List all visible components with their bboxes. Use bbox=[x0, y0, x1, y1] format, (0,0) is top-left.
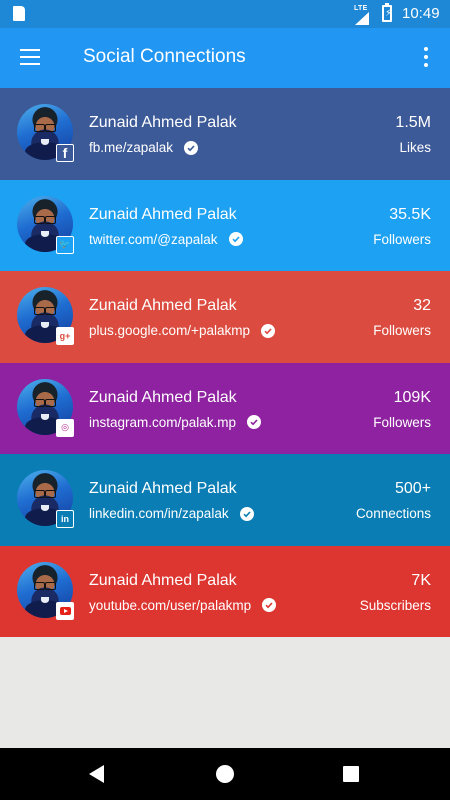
stat-label: Followers bbox=[373, 323, 431, 338]
battery-charging-icon: ⚡ bbox=[382, 3, 392, 22]
network-type: LTE bbox=[354, 5, 368, 12]
account-row-facebook[interactable]: f Zunaid Ahmed Palak fb.me/zapalak 1.5M … bbox=[0, 88, 450, 180]
status-bar: LTE ⚡ 10:49 bbox=[0, 0, 450, 28]
signal-icon bbox=[355, 12, 369, 25]
account-row-instagram[interactable]: ◎ Zunaid Ahmed Palak instagram.com/palak… bbox=[0, 362, 450, 454]
account-handle-text: youtube.com/user/palakmp bbox=[89, 597, 252, 613]
google-plus-icon: g+ bbox=[56, 327, 74, 345]
stat-label: Likes bbox=[399, 140, 431, 155]
stat-count: 1.5M bbox=[395, 114, 431, 131]
stat-count: 35.5K bbox=[389, 205, 431, 223]
stat-label: Subscribers bbox=[359, 597, 431, 613]
system-nav-bar bbox=[0, 748, 450, 800]
account-name: Zunaid Ahmed Palak bbox=[89, 297, 237, 314]
account-name: Zunaid Ahmed Palak bbox=[89, 571, 237, 589]
page-title: Social Connections bbox=[83, 46, 246, 67]
more-vert-icon[interactable] bbox=[416, 44, 436, 70]
verified-check-icon bbox=[184, 140, 199, 155]
verified-check-icon bbox=[260, 323, 275, 338]
account-handle-text: instagram.com/palak.mp bbox=[89, 414, 237, 430]
account-handle-text: twitter.com/@zapalak bbox=[89, 231, 218, 247]
sd-card-icon bbox=[13, 6, 25, 21]
account-row-google-plus[interactable]: g+ Zunaid Ahmed Palak plus.google.com/+p… bbox=[0, 271, 450, 363]
status-time: 10:49 bbox=[402, 5, 440, 22]
recents-icon[interactable] bbox=[343, 766, 359, 782]
account-row-linkedin[interactable]: in Zunaid Ahmed Palak linkedin.com/in/za… bbox=[0, 454, 450, 546]
account-row-youtube[interactable]: Zunaid Ahmed Palak youtube.com/user/pala… bbox=[0, 545, 450, 637]
stat-count: 109K bbox=[393, 388, 431, 406]
stat-label: Followers bbox=[373, 414, 431, 430]
account-handle: plus.google.com/+palakmp bbox=[89, 323, 275, 338]
youtube-icon bbox=[56, 601, 74, 620]
verified-check-icon bbox=[247, 415, 262, 429]
account-name: Zunaid Ahmed Palak bbox=[89, 480, 237, 497]
stat-count: 32 bbox=[413, 297, 431, 314]
account-handle: youtube.com/user/palakmp bbox=[89, 597, 277, 613]
linkedin-icon: in bbox=[56, 510, 74, 528]
instagram-icon: ◎ bbox=[56, 418, 74, 437]
hamburger-menu-icon[interactable] bbox=[20, 48, 42, 66]
app-bar: Social Connections bbox=[0, 28, 450, 88]
stat-count: 500+ bbox=[394, 480, 431, 497]
stat-label: Connections bbox=[355, 506, 431, 521]
account-handle-text: plus.google.com/+palakmp bbox=[89, 323, 250, 338]
account-handle: instagram.com/palak.mp bbox=[89, 414, 262, 430]
verified-check-icon bbox=[239, 506, 254, 521]
facebook-icon: f bbox=[56, 144, 74, 162]
account-handle: fb.me/zapalak bbox=[89, 140, 199, 155]
verified-check-icon bbox=[228, 232, 243, 246]
account-name: Zunaid Ahmed Palak bbox=[89, 205, 237, 223]
account-handle: twitter.com/@zapalak bbox=[89, 232, 243, 247]
accounts-list: f Zunaid Ahmed Palak fb.me/zapalak 1.5M … bbox=[0, 88, 450, 637]
stat-label: Followers bbox=[373, 231, 431, 247]
account-handle-text: fb.me/zapalak bbox=[89, 140, 174, 155]
home-icon[interactable] bbox=[216, 765, 234, 783]
verified-check-icon bbox=[262, 598, 277, 612]
account-handle-text: linkedin.com/in/zapalak bbox=[89, 506, 229, 521]
stat-count: 7K bbox=[411, 571, 431, 589]
account-handle: linkedin.com/in/zapalak bbox=[89, 506, 254, 521]
account-name: Zunaid Ahmed Palak bbox=[89, 114, 237, 131]
account-name: Zunaid Ahmed Palak bbox=[89, 388, 237, 406]
twitter-icon: 🐦 bbox=[56, 235, 74, 254]
account-row-twitter[interactable]: 🐦 Zunaid Ahmed Palak twitter.com/@zapala… bbox=[0, 179, 450, 271]
back-icon[interactable] bbox=[89, 765, 104, 783]
